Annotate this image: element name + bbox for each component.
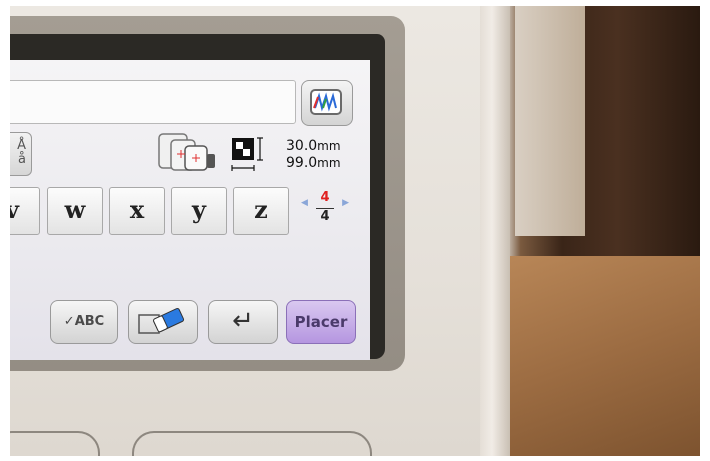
eraser-icon — [138, 307, 185, 334]
delete-button[interactable] — [128, 300, 198, 344]
screen-bezel: Å å 30.0mm 99.0mm v w x y z ◀ 4 4 ▶ ✓ABC… — [10, 16, 405, 371]
key-y[interactable]: y — [171, 187, 227, 235]
sewing-machine-edge — [480, 6, 510, 456]
photo: Å å 30.0mm 99.0mm v w x y z ◀ 4 4 ▶ ✓ABC… — [10, 6, 700, 456]
placer-button[interactable]: Placer — [286, 300, 356, 344]
thread-color-icon — [310, 89, 342, 115]
lcd-screen: Å å 30.0mm 99.0mm v w x y z ◀ 4 4 ▶ ✓ABC… — [10, 60, 370, 360]
background-window — [515, 6, 585, 236]
size-height-unit: mm — [317, 139, 341, 153]
rotate-physical-button[interactable] — [10, 431, 100, 456]
screen-frame: Å å 30.0mm 99.0mm v w x y z ◀ 4 4 ▶ ✓ABC… — [10, 34, 385, 360]
design-size-icon — [230, 136, 268, 176]
thread-color-button[interactable] — [301, 80, 353, 126]
page-prev-icon[interactable]: ◀ — [301, 198, 308, 208]
key-v[interactable]: v — [10, 187, 40, 235]
key-w[interactable]: w — [47, 187, 103, 235]
key-x[interactable]: x — [109, 187, 165, 235]
check-spelling-button[interactable]: ✓ABC — [50, 300, 118, 344]
arrow-physical-buttons[interactable] — [132, 431, 372, 456]
size-width: 99.0 — [286, 155, 318, 171]
size-readout: 30.0mm 99.0mm — [286, 138, 341, 172]
enter-button[interactable]: ↵ — [208, 300, 278, 344]
page-total: 4 — [316, 208, 334, 225]
page-indicator: ◀ 4 4 ▶ — [295, 190, 355, 238]
charset-upper: Å — [17, 138, 26, 153]
size-height: 30.0 — [286, 138, 318, 154]
text-input-field[interactable] — [10, 80, 296, 124]
background-wood — [510, 256, 700, 456]
embroidery-hoop-icon[interactable] — [155, 132, 227, 174]
charset-lower: å — [18, 152, 26, 167]
key-z[interactable]: z — [233, 187, 289, 235]
size-width-unit: mm — [317, 156, 341, 170]
page-next-icon[interactable]: ▶ — [342, 198, 349, 208]
charset-button[interactable]: Å å — [10, 132, 32, 176]
